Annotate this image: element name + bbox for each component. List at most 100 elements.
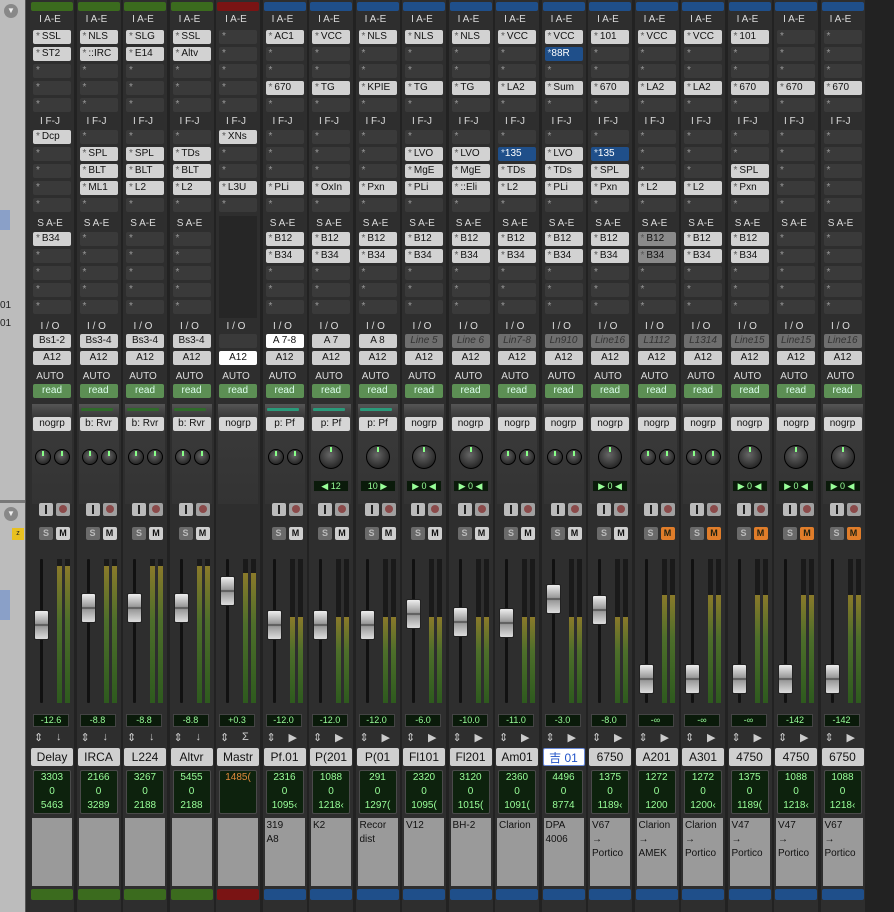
output-selector[interactable]: A12 bbox=[637, 351, 676, 365]
output-arrow-icon[interactable]: ▶ bbox=[382, 731, 390, 744]
nudge-arrows[interactable]: ⇕ ▶ bbox=[639, 731, 675, 745]
automation-mode-button[interactable]: read bbox=[777, 384, 815, 398]
track-comment[interactable] bbox=[32, 818, 72, 886]
send-slot[interactable]: * bbox=[312, 266, 350, 280]
solo-button[interactable]: S bbox=[643, 527, 658, 540]
insert-slot[interactable]: * bbox=[265, 98, 304, 112]
send-slot[interactable]: * B12 bbox=[451, 232, 490, 246]
nudge-arrows[interactable]: ⇕ ▶ bbox=[778, 731, 814, 745]
insert-slot[interactable]: * bbox=[312, 198, 350, 212]
track-comment[interactable] bbox=[78, 818, 119, 886]
send-slot[interactable]: * bbox=[358, 266, 397, 280]
insert-slot[interactable]: * 670 bbox=[823, 81, 862, 95]
pan-knob[interactable] bbox=[784, 445, 808, 469]
input-selector[interactable]: Bs3-4 bbox=[126, 334, 164, 348]
insert-slot[interactable]: * bbox=[498, 130, 536, 144]
insert-slot[interactable]: * bbox=[777, 30, 815, 44]
record-arm-button[interactable] bbox=[335, 503, 349, 516]
insert-slot[interactable]: * 670 bbox=[777, 81, 815, 95]
track-comment[interactable]: K2 bbox=[311, 818, 351, 886]
send-slot[interactable]: * bbox=[33, 249, 71, 263]
insert-slot[interactable]: * bbox=[730, 198, 769, 212]
insert-slot[interactable]: * bbox=[265, 147, 304, 161]
pan-knob[interactable] bbox=[147, 449, 163, 465]
pan-knob[interactable] bbox=[458, 445, 483, 469]
insert-slot[interactable]: * bbox=[684, 64, 722, 78]
send-slot[interactable]: * B12 bbox=[498, 232, 536, 246]
track-name[interactable]: A201 bbox=[635, 748, 678, 766]
send-slot[interactable]: * bbox=[637, 266, 676, 280]
input-monitor-button[interactable] bbox=[457, 503, 472, 516]
insert-slot[interactable]: * TDs bbox=[544, 164, 583, 178]
insert-slot[interactable]: * bbox=[79, 198, 118, 212]
solo-button[interactable]: S bbox=[597, 527, 611, 540]
input-selector[interactable]: L1314 bbox=[684, 334, 722, 348]
insert-slot[interactable]: * bbox=[730, 64, 769, 78]
output-arrow-icon[interactable]: Σ bbox=[242, 731, 249, 743]
volume-fader[interactable] bbox=[266, 610, 282, 641]
output-arrow-icon[interactable]: ▶ bbox=[289, 731, 297, 744]
output-selector[interactable]: A12 bbox=[33, 351, 71, 365]
output-arrow-icon[interactable]: ▶ bbox=[614, 731, 622, 744]
output-selector[interactable]: A12 bbox=[544, 351, 583, 365]
insert-slot[interactable]: * bbox=[498, 198, 536, 212]
output-arrow-icon[interactable]: ▶ bbox=[707, 731, 715, 744]
automation-mode-button[interactable]: read bbox=[312, 384, 350, 398]
volume-fader[interactable] bbox=[545, 584, 561, 615]
volume-fader[interactable] bbox=[313, 610, 328, 641]
insert-slot[interactable]: * bbox=[684, 130, 722, 144]
insert-slot[interactable]: * VCC bbox=[684, 30, 722, 44]
input-selector[interactable]: Bs3-4 bbox=[172, 334, 211, 348]
send-slot[interactable]: * B12 bbox=[265, 232, 304, 246]
insert-slot[interactable]: * bbox=[591, 64, 629, 78]
send-slot[interactable]: * B12 bbox=[544, 232, 583, 246]
send-slot[interactable]: * bbox=[79, 249, 118, 263]
insert-slot[interactable]: * bbox=[451, 98, 490, 112]
insert-slot[interactable]: * bbox=[312, 47, 350, 61]
send-slot[interactable]: * bbox=[777, 300, 815, 314]
output-arrow-icon[interactable]: ↓ bbox=[103, 731, 109, 743]
insert-slot[interactable]: * VCC bbox=[312, 30, 350, 44]
insert-slot[interactable]: * bbox=[33, 147, 71, 161]
insert-slot[interactable]: * PLi bbox=[405, 181, 443, 195]
insert-slot[interactable]: * Altv bbox=[172, 47, 211, 61]
input-monitor-button[interactable] bbox=[39, 503, 53, 516]
insert-slot[interactable]: * bbox=[172, 98, 211, 112]
up-down-arrow-icon[interactable]: ⇕ bbox=[778, 731, 787, 744]
up-down-arrow-icon[interactable]: ⇕ bbox=[732, 731, 741, 744]
input-monitor-button[interactable] bbox=[829, 503, 844, 516]
insert-slot[interactable]: * BLT bbox=[79, 164, 118, 178]
volume-fader[interactable] bbox=[406, 598, 421, 629]
record-arm-button[interactable] bbox=[288, 503, 303, 516]
nudge-arrows[interactable]: ⇕ ▶ bbox=[592, 731, 628, 745]
insert-slot[interactable]: * BLT bbox=[172, 164, 211, 178]
insert-slot[interactable]: * BLT bbox=[126, 164, 164, 178]
nudge-arrows[interactable]: ⇕ Σ bbox=[220, 731, 256, 745]
insert-slot[interactable]: * bbox=[451, 47, 490, 61]
insert-slot[interactable]: * bbox=[219, 81, 257, 95]
volume-fader[interactable] bbox=[638, 663, 654, 694]
up-down-arrow-icon[interactable]: ⇕ bbox=[220, 731, 229, 744]
solo-button[interactable]: S bbox=[132, 527, 146, 540]
automation-mode-button[interactable]: read bbox=[405, 384, 443, 398]
automation-mode-button[interactable]: read bbox=[823, 384, 862, 398]
output-arrow-icon[interactable]: ▶ bbox=[335, 731, 343, 744]
output-selector[interactable]: A12 bbox=[777, 351, 815, 365]
nudge-arrows[interactable]: ⇕ ▶ bbox=[825, 731, 861, 745]
insert-slot[interactable]: * TG bbox=[451, 81, 490, 95]
output-arrow-icon[interactable]: ↓ bbox=[56, 731, 62, 743]
track-name[interactable]: Am01 bbox=[496, 748, 538, 766]
send-slot[interactable]: * bbox=[265, 266, 304, 280]
mute-button[interactable]: M bbox=[195, 527, 210, 540]
up-down-arrow-icon[interactable]: ⇕ bbox=[313, 731, 322, 744]
insert-slot[interactable]: * bbox=[172, 130, 211, 144]
insert-slot[interactable]: * bbox=[823, 164, 862, 178]
insert-slot[interactable]: * bbox=[544, 64, 583, 78]
track-name[interactable]: Mastr bbox=[217, 748, 259, 766]
insert-slot[interactable]: * TDs bbox=[498, 164, 536, 178]
insert-slot[interactable]: * bbox=[265, 64, 304, 78]
track-comment[interactable]: Clarion bbox=[497, 818, 537, 886]
input-selector[interactable] bbox=[219, 334, 257, 348]
nudge-arrows[interactable]: ⇕ ▶ bbox=[267, 731, 303, 745]
insert-slot[interactable]: * 670 bbox=[730, 81, 769, 95]
